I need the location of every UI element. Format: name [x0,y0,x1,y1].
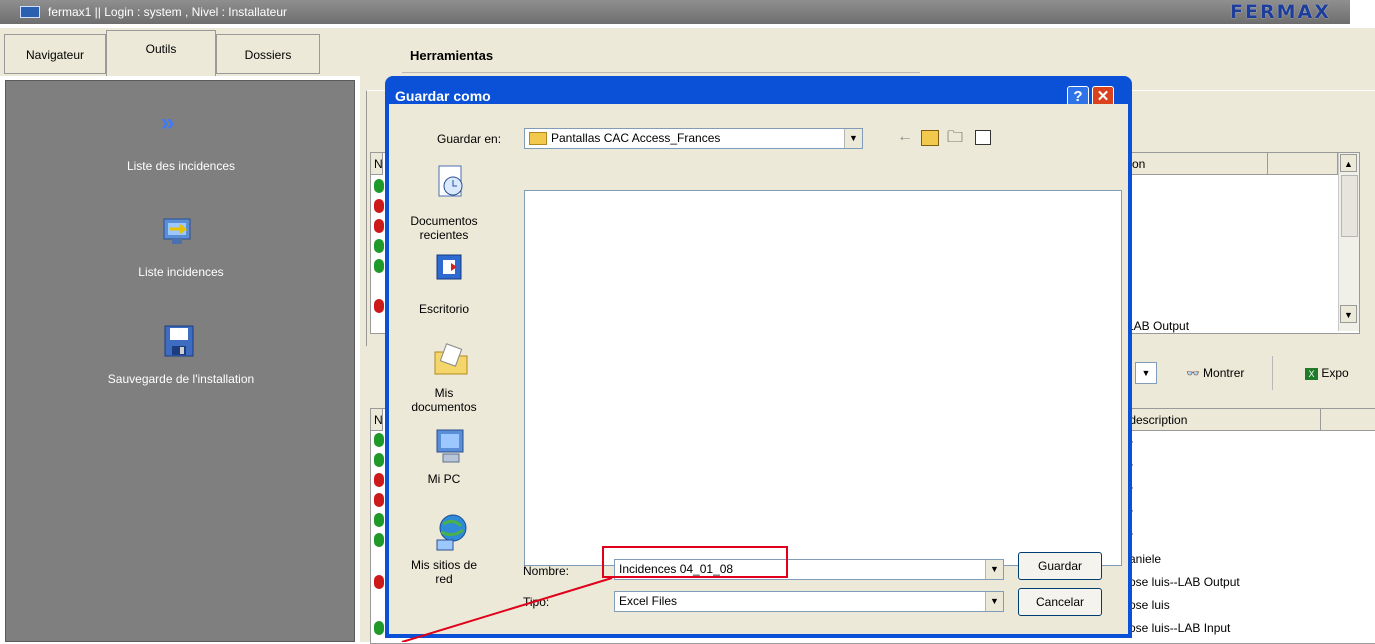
annotation-arrow [401,577,613,642]
